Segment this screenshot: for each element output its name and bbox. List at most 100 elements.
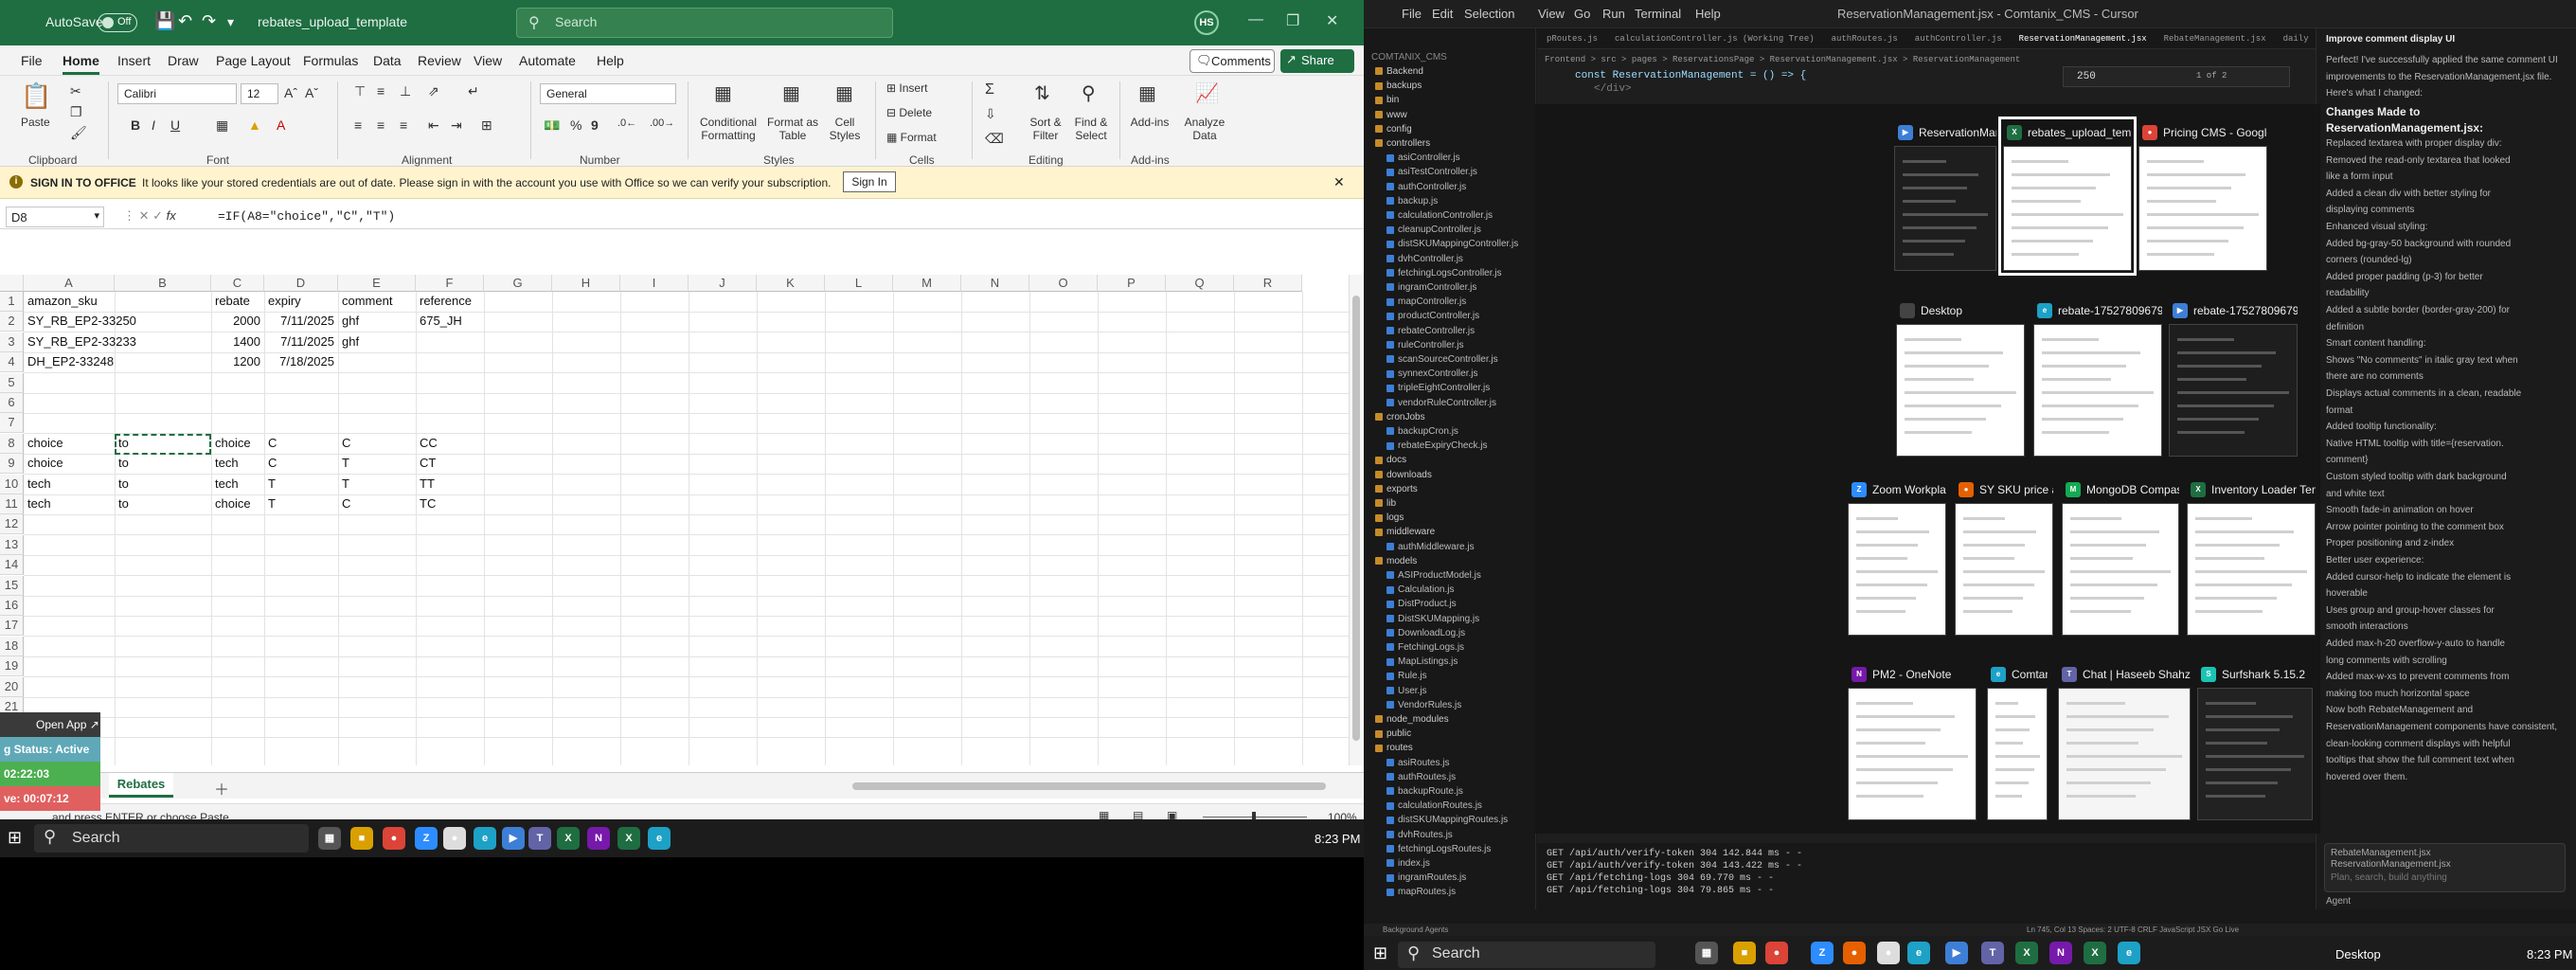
format-cells-button[interactable]: ▦ Format [886, 131, 937, 144]
name-box[interactable]: D8 ▾ [6, 207, 104, 227]
accounting-format-icon[interactable]: 💵 [544, 117, 560, 134]
github-icon[interactable]: ● [1877, 942, 1900, 964]
cursor-icon[interactable]: ▶ [502, 827, 525, 850]
column-header[interactable]: B [115, 275, 211, 292]
underline-icon[interactable]: U [170, 117, 180, 133]
row-header[interactable]: 14 [0, 555, 24, 576]
task-view-icon[interactable]: ▦ [318, 827, 341, 850]
bold-icon[interactable]: B [131, 117, 140, 133]
desktop-label[interactable]: Desktop [2335, 947, 2381, 961]
autosum-icon[interactable]: Σ [985, 81, 994, 99]
row-header[interactable]: 6 [0, 393, 24, 413]
cell-d10[interactable]: T [264, 475, 279, 494]
menu-review[interactable]: Review [418, 53, 461, 68]
tab-rebates[interactable]: Rebates [109, 773, 173, 798]
row-header[interactable]: 15 [0, 575, 24, 596]
formula-input[interactable]: =IF(A8="choice","C","T") [218, 209, 395, 224]
cell-d4[interactable]: 7/18/2025 [264, 352, 338, 372]
column-header[interactable]: J [689, 275, 757, 292]
switcher-window-excel[interactable]: XInventory Loader Template (Upl... [2187, 478, 2316, 636]
column-header[interactable]: Q [1166, 275, 1234, 292]
cell-a9[interactable]: choice [24, 454, 67, 474]
menu-home[interactable]: Home [63, 53, 99, 75]
switcher-window-edge[interactable]: eComtanix... [1987, 663, 2048, 820]
cell-d2[interactable]: 7/11/2025 [264, 312, 338, 332]
cell-f11[interactable]: TC [416, 494, 439, 514]
switcher-window-excel[interactable]: Xrebates_upload_template - Excel [1998, 117, 2137, 276]
column-header[interactable]: O [1029, 275, 1098, 292]
select-all-corner[interactable] [0, 275, 24, 292]
row-header[interactable]: 13 [0, 534, 24, 555]
teams-icon[interactable]: T [528, 827, 551, 850]
cell-a8[interactable]: choice [24, 434, 67, 454]
excel-icon[interactable]: X [617, 827, 640, 850]
taskbar-search[interactable]: ⚲ Search [34, 824, 309, 853]
file-explorer-icon[interactable]: ■ [350, 827, 373, 850]
column-header[interactable]: I [620, 275, 689, 292]
edge-icon[interactable]: e [648, 827, 671, 850]
avatar[interactable]: HS [1194, 10, 1219, 35]
switcher-window-teams[interactable]: TChat | Haseeb Shahzad (You) | Mic... [2058, 663, 2191, 820]
cell-d9[interactable]: C [264, 454, 280, 474]
column-header[interactable]: R [1234, 275, 1302, 292]
menu-formulas[interactable]: Formulas [303, 53, 358, 68]
align-middle-icon[interactable]: ≡ [377, 83, 385, 99]
row-header[interactable]: 12 [0, 514, 24, 535]
formula-icons[interactable]: ⋮ ✕ ✓ fx [123, 208, 176, 224]
column-header[interactable]: E [338, 275, 416, 292]
switcher-window-cursor[interactable]: ▶rebate-1752780967958... [2169, 299, 2298, 457]
cell-a2[interactable]: SY_RB_EP2-33250 [24, 312, 140, 332]
cell-f9[interactable]: CT [416, 454, 439, 474]
document-title[interactable]: rebates_upload_template [258, 14, 407, 29]
row-header[interactable]: 9 [0, 454, 24, 475]
font-size-select[interactable]: 12 [241, 83, 278, 104]
insert-cells-button[interactable]: ⊞ Insert [886, 81, 927, 95]
borders-icon[interactable]: ▦ [216, 117, 228, 134]
cell-a11[interactable]: tech [24, 494, 55, 514]
vertical-scrollbar[interactable] [1349, 275, 1364, 765]
percent-icon[interactable]: % [570, 117, 581, 133]
cell-e8[interactable]: C [338, 434, 354, 454]
row-header[interactable]: 5 [0, 372, 24, 393]
row-header[interactable]: 3 [0, 332, 24, 352]
add-sheet-icon[interactable]: ＋ [214, 777, 229, 799]
switcher-window-zoom[interactable]: ZZoom Workplace [1848, 478, 1946, 636]
delete-cells-button[interactable]: ⊟ Delete [886, 106, 932, 119]
cell-d11[interactable]: T [264, 494, 279, 514]
row-header[interactable]: 11 [0, 494, 24, 514]
switcher-window-firefox[interactable]: ●SY SKU price and Avai... [1955, 478, 2053, 636]
open-app-button[interactable]: Open App ↗ [0, 712, 100, 737]
increase-decimal-icon[interactable]: .0← [617, 117, 636, 129]
menu-draw[interactable]: Draw [168, 53, 199, 68]
switcher-window-cursor[interactable]: ▶ReservationManagem... [1894, 121, 1996, 271]
add-ins-icon[interactable]: ▦ [1138, 81, 1156, 105]
zoom-icon[interactable]: Z [415, 827, 438, 850]
switcher-window-desktop[interactable]: Desktop [1896, 299, 2025, 457]
cell-e2[interactable]: ghf [338, 312, 363, 332]
edge-icon[interactable]: e [474, 827, 496, 850]
task-view-icon[interactable]: ▦ [1695, 942, 1718, 964]
conditional-formatting-icon[interactable]: ▦ [714, 81, 732, 105]
cell-f1[interactable]: reference [416, 292, 475, 312]
italic-icon[interactable]: I [152, 117, 155, 133]
column-header[interactable]: H [552, 275, 620, 292]
column-header[interactable]: G [484, 275, 552, 292]
align-bottom-icon[interactable]: ⊥ [400, 83, 411, 99]
row-header[interactable]: 8 [0, 433, 24, 454]
analyze-data-icon[interactable]: 📈 [1195, 81, 1219, 105]
cell-c1[interactable]: rebate [211, 292, 254, 312]
row-header[interactable]: 18 [0, 636, 24, 656]
cell-e1[interactable]: comment [338, 292, 396, 312]
column-header[interactable]: C [211, 275, 264, 292]
increase-indent-icon[interactable]: ⇥ [451, 117, 462, 134]
column-header[interactable]: N [961, 275, 1029, 292]
row-header[interactable]: 20 [0, 676, 24, 697]
menu-automate[interactable]: Automate [519, 53, 576, 68]
fill-color-icon[interactable]: ▲ [248, 117, 261, 133]
cell-styles-icon[interactable]: ▦ [835, 81, 853, 105]
cell-d3[interactable]: 7/11/2025 [264, 332, 338, 352]
cell-e3[interactable]: ghf [338, 332, 363, 352]
wrap-text-icon[interactable]: ↵ [468, 83, 479, 99]
cell-b9[interactable]: to [115, 454, 133, 474]
windows-start-icon[interactable]: ⊞ [1373, 943, 1387, 963]
